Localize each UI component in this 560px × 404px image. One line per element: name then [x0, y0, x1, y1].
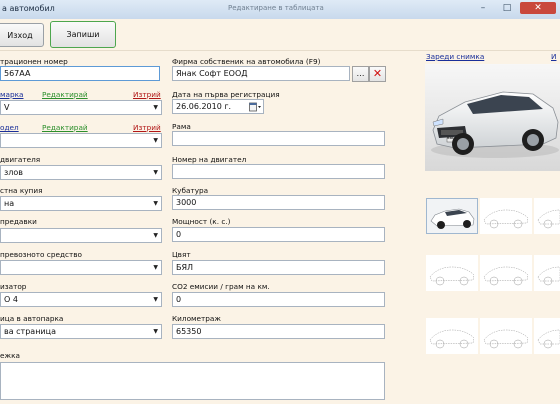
chevron-down-icon: ▼ — [153, 296, 158, 303]
body-type-value: на — [4, 199, 15, 208]
first-registration-label: Дата на първа регистрация — [172, 90, 280, 99]
chevron-down-icon: ▼ — [153, 232, 158, 239]
brand-select-value: V — [4, 103, 10, 112]
gears-select[interactable]: ▼ — [0, 228, 162, 243]
organizer-select[interactable]: О 4 ▼ — [0, 292, 162, 307]
photo-thumbnail[interactable] — [534, 318, 560, 354]
close-button[interactable]: ✕ — [520, 2, 556, 14]
save-button[interactable]: Запиши — [50, 21, 116, 48]
co2-input[interactable]: 0 — [172, 292, 385, 307]
title-bar: а автомобил Редактиране в таблицата – □ … — [0, 0, 560, 20]
car-photo-icon: M·BX 6 — [425, 64, 560, 171]
car-sketch-icon — [483, 329, 529, 349]
chevron-down-icon: ▼ — [153, 328, 158, 335]
engine-type-label: двигателя — [0, 155, 41, 164]
mileage-label: Километраж — [172, 314, 221, 323]
chevron-down-icon: ▼ — [153, 104, 158, 111]
model-delete-link[interactable]: Изтрий — [133, 123, 161, 132]
chevron-down-icon: ▼ — [153, 200, 158, 207]
chevron-down-icon: ▼ — [153, 264, 158, 271]
color-input[interactable]: БЯЛ — [172, 260, 385, 275]
close-red-icon[interactable]: ✕ — [369, 66, 386, 82]
brand-edit-link[interactable]: Редактирай — [42, 90, 88, 99]
car-sketch-icon — [429, 266, 475, 286]
chevron-down-icon: ▼ — [153, 137, 158, 144]
cubature-input[interactable]: 3000 — [172, 195, 385, 210]
chevron-down-icon: ▼ — [153, 169, 158, 176]
frame-label: Рама — [172, 122, 191, 131]
car-sketch-icon — [429, 329, 475, 349]
engine-type-select[interactable]: злов ▼ — [0, 165, 162, 180]
model-select[interactable]: ▼ — [0, 133, 162, 148]
photo-thumbnail[interactable] — [480, 255, 532, 291]
license-plate-text: M·BX 6 — [447, 137, 456, 140]
organizer-label: изатор — [0, 282, 27, 291]
note-textarea[interactable] — [0, 362, 385, 400]
clear-photo-link[interactable]: И — [551, 52, 556, 61]
car-sketch-icon — [537, 209, 560, 229]
color-label: Цвят — [172, 250, 191, 259]
dialog-title: Редактиране в таблицата — [228, 4, 324, 12]
photo-thumbnail[interactable] — [480, 198, 532, 234]
first-registration-value: 26.06.2010 г. — [176, 102, 232, 111]
vehicle-type-label: превозното средство — [0, 250, 83, 259]
model-label: одел — [0, 123, 19, 132]
car-sketch-icon — [537, 329, 560, 349]
car-photo-icon — [427, 199, 477, 233]
body-type-label: стна купия — [0, 186, 43, 195]
car-sketch-icon — [483, 266, 529, 286]
cubature-label: Кубатура — [172, 186, 209, 195]
brand-select[interactable]: V ▼ — [0, 100, 162, 115]
fleet-position-label: ица в автопарка — [0, 314, 64, 323]
reg-number-input[interactable]: 567AA — [0, 66, 160, 81]
window-title: а автомобил — [2, 4, 55, 13]
note-label: ежка — [0, 351, 20, 360]
car-sketch-icon — [483, 209, 529, 229]
model-edit-link[interactable]: Редактирай — [42, 123, 88, 132]
calendar-icon[interactable] — [249, 102, 261, 112]
photo-thumbnail[interactable] — [426, 255, 478, 291]
engine-number-label: Номер на двигател — [172, 155, 247, 164]
organizer-value: О 4 — [4, 295, 18, 304]
mileage-input[interactable]: 65350 — [172, 324, 385, 339]
fleet-position-value: ва страница — [4, 327, 56, 336]
car-sketch-icon — [537, 266, 560, 286]
photo-thumbnail[interactable] — [534, 198, 560, 234]
load-photo-link[interactable]: Зареди снимка — [426, 52, 484, 61]
brand-label: марка — [0, 90, 24, 99]
reg-number-label: трационен номер — [0, 57, 68, 66]
engine-number-input[interactable] — [172, 164, 385, 179]
owner-company-input[interactable]: Янак Софт ЕООД — [172, 66, 350, 81]
maximize-button[interactable]: □ — [496, 2, 518, 14]
owner-company-label: Фирма собственик на автомобила (F9) — [172, 57, 321, 66]
power-label: Мощност (к. с.) — [172, 217, 231, 226]
fleet-position-select[interactable]: ва страница ▼ — [0, 324, 162, 339]
brand-delete-link[interactable]: Изтрий — [133, 90, 161, 99]
first-registration-date[interactable]: 26.06.2010 г. — [172, 99, 264, 114]
body-type-select[interactable]: на ▼ — [0, 196, 162, 211]
minimize-button[interactable]: – — [472, 2, 494, 14]
exit-button[interactable]: Изход — [0, 23, 44, 47]
photo-thumbnail[interactable] — [534, 255, 560, 291]
power-input[interactable]: 0 — [172, 227, 385, 242]
toolbar: Изход Запиши — [0, 19, 560, 51]
photo-thumbnail[interactable] — [426, 318, 478, 354]
co2-label: CO2 емисии / грам на км. — [172, 282, 270, 291]
ellipsis-icon[interactable]: … — [352, 66, 369, 82]
vehicle-type-select[interactable]: ▼ — [0, 260, 162, 275]
gears-label: предавки — [0, 217, 37, 226]
photo-thumbnail[interactable] — [480, 318, 532, 354]
frame-input[interactable] — [172, 131, 385, 146]
engine-type-value: злов — [4, 168, 23, 177]
photo-thumbnail[interactable] — [426, 198, 478, 234]
